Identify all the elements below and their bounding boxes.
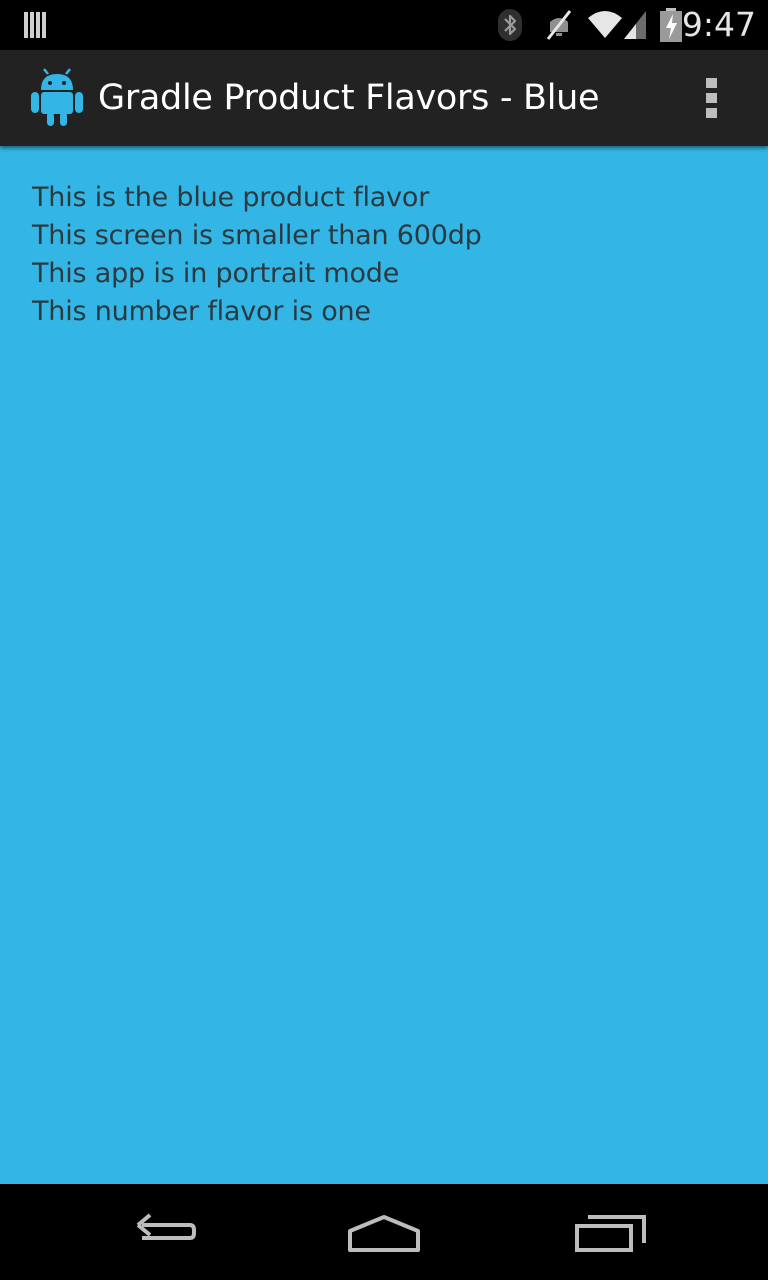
battery-charging-icon	[660, 8, 682, 42]
notification-bars-icon	[24, 12, 46, 38]
flavor-info-list: This is the blue product flavor This scr…	[32, 179, 482, 331]
recent-apps-icon[interactable]	[560, 1204, 660, 1260]
bluetooth-icon	[498, 9, 522, 41]
android-robot-icon[interactable]	[28, 68, 86, 128]
app-title: Gradle Product Flavors - Blue	[98, 78, 600, 118]
navigation-bar	[0, 1184, 768, 1280]
flavor-color-text: This is the blue product flavor	[32, 182, 430, 213]
home-icon[interactable]	[334, 1204, 434, 1260]
content-area: This is the blue product flavor This scr…	[0, 146, 768, 1184]
signal-icon	[624, 11, 646, 39]
muted-icon	[546, 10, 572, 40]
screen-size-text: This screen is smaller than 600dp	[32, 220, 482, 251]
number-flavor-text: This number flavor is one	[32, 296, 371, 327]
status-bar: 9:47	[0, 0, 768, 50]
back-icon[interactable]	[112, 1204, 212, 1260]
orientation-text: This app is in portrait mode	[32, 258, 400, 289]
status-time: 9:47	[681, 5, 756, 44]
action-bar: Gradle Product Flavors - Blue	[0, 50, 768, 146]
wifi-icon	[588, 11, 622, 38]
overflow-menu-icon[interactable]	[698, 76, 726, 120]
